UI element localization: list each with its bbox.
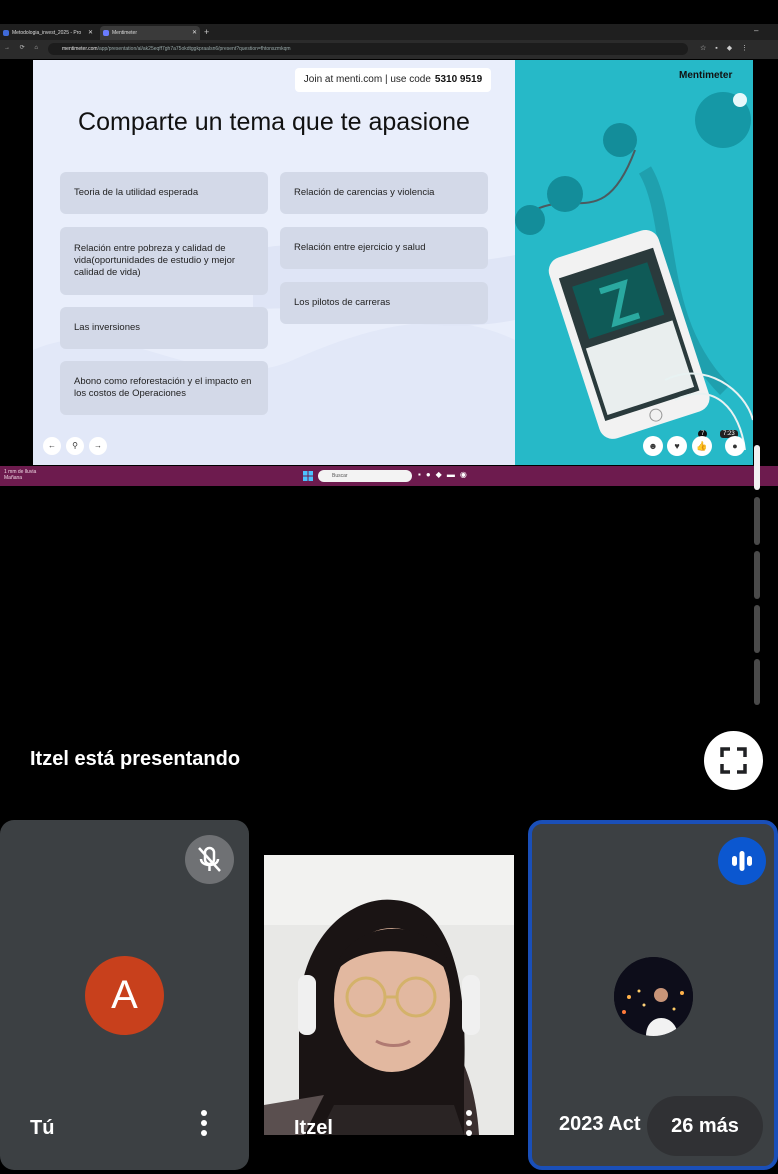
new-tab-icon: + (204, 27, 210, 37)
tab-label: Metodologia_invest_2025 - Pro (12, 30, 82, 36)
phone-headphones-image (515, 60, 753, 465)
taskbar-search: Buscar (318, 470, 412, 482)
filmstrip-indicator-active (754, 445, 760, 490)
browser-tab-metodologia: Metodologia_invest_2025 - Pro ✕ (0, 26, 96, 40)
fullscreen-icon (720, 747, 747, 774)
answer-card: Las inversiones (60, 307, 268, 349)
filmstrip-indicator (754, 659, 760, 705)
shared-screen: Metodologia_invest_2025 - Pro ✕ Mentimet… (0, 0, 778, 805)
url-host: mentimeter.com (62, 46, 98, 52)
taskbar-app-icons: ▪●◆▬◉ (418, 470, 472, 479)
url-field: mentimeter.com/app/presentation/al/ak25e… (48, 43, 688, 55)
participant-name: Itzel (294, 1117, 333, 1139)
mentimeter-slide: Join at menti.com | use code 5310 9519 Co… (33, 60, 515, 465)
speaking-badge (718, 837, 766, 885)
fullscreen-button[interactable] (704, 731, 763, 790)
browser-tab-mentimeter: Mentimeter ✕ (100, 26, 200, 40)
windows-start-icon (303, 471, 313, 481)
participant-tile-itzel[interactable]: Itzel (264, 820, 514, 1170)
filmstrip-indicator (754, 605, 760, 653)
more-options-icon[interactable] (466, 1110, 472, 1140)
answer-card: Teoria de la utilidad esperada (60, 172, 268, 214)
mentimeter-favicon-icon (103, 30, 109, 36)
next-slide-icon: → (89, 437, 107, 455)
close-icon: ✕ (87, 30, 93, 36)
answer-card: Relación entre ejercicio y salud (280, 227, 488, 269)
join-code-banner: Join at menti.com | use code 5310 9519 (295, 68, 491, 92)
tab-label: Mentimeter (112, 30, 138, 36)
slide-image: Mentimeter 7 7:23 ☻ ♥ 👍 ● (515, 60, 753, 465)
doc-favicon-icon (3, 30, 9, 36)
muted-badge (185, 835, 234, 884)
join-code: 5310 9519 (434, 74, 483, 85)
heart-reaction-icon: ♥ (667, 436, 687, 456)
more-participants-button[interactable]: 26 más (647, 1096, 763, 1156)
join-text: Join at menti.com | use code (303, 74, 431, 85)
audio-level-icon (732, 851, 752, 871)
camera-feed-image (264, 855, 514, 1135)
filmstrip-indicator (754, 551, 760, 599)
participant-tile-you[interactable]: A Tú (0, 820, 249, 1170)
weather-widget: 1 mm de lluvia Mañana (4, 469, 36, 481)
filmstrip-indicator (754, 497, 760, 545)
avatar: A (85, 956, 164, 1035)
answer-card: Relación de carencias y violencia (280, 172, 488, 214)
browser-toolbar-icons: ☆▪◆⋮ (700, 45, 758, 52)
mentimeter-logo: Mentimeter (679, 70, 733, 81)
windows-taskbar: 1 mm de lluvia Mañana Buscar ▪●◆▬◉ (0, 466, 778, 486)
previous-slide-icon: ← (43, 437, 61, 455)
url-path: /app/presentation/al/ak25eqff7gh7a75okdt… (97, 46, 291, 52)
weather-line-2: Mañana (4, 475, 23, 481)
close-icon: ✕ (191, 30, 197, 36)
presenting-label: Itzel está presentando (30, 748, 241, 770)
avatar (614, 957, 693, 1036)
answer-card: Los pilotos de carreras (280, 282, 488, 324)
browser-address-bar: → ⟳ ⌂ mentimeter.com/app/presentation/al… (0, 40, 778, 59)
slide-title: Comparte un tema que te apasione (78, 108, 470, 136)
participant-name: 2023 Act (559, 1113, 641, 1135)
profile-photo-image (614, 957, 693, 1036)
person-icon: ● (725, 436, 745, 456)
participant-name: Tú (30, 1117, 55, 1139)
answer-card: Relación entre pobreza y calidad de vida… (60, 227, 268, 295)
thumbs-up-reaction-icon: 👍 (692, 436, 712, 456)
browser-tab-strip: Metodologia_invest_2025 - Pro ✕ Mentimet… (0, 24, 778, 40)
answer-card: Abono como reforestación y el impacto en… (60, 361, 268, 415)
browser-nav-icons: → ⟳ ⌂ (4, 45, 42, 51)
location-pin-icon: ⚲ (66, 437, 84, 455)
minimize-icon: – (754, 26, 759, 35)
more-options-icon[interactable] (201, 1110, 207, 1140)
mic-off-icon (198, 846, 221, 872)
cat-reaction-icon: ☻ (643, 436, 663, 456)
